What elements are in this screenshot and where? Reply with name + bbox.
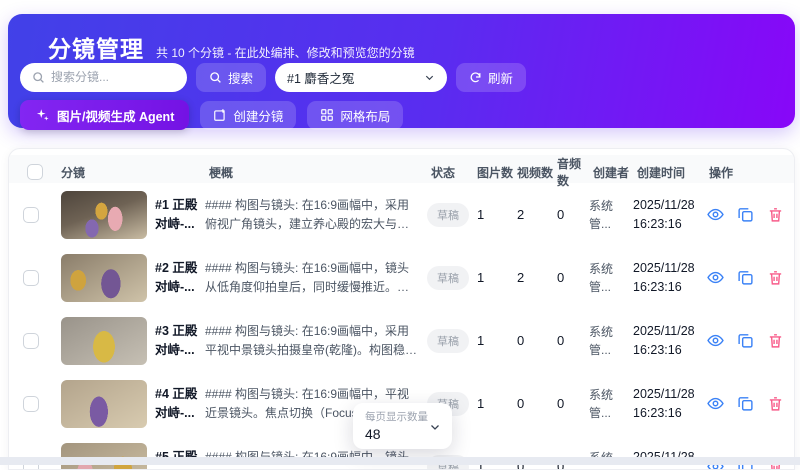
table-row: #3 正殿对峙-... #### 构图与镜头: 在16:9画幅中，采用平视中景镜… [9,309,794,372]
created-date: 2025/11/28 [633,196,705,215]
synopsis-text: #### 构图与镜头: 在16:9画幅中，镜头从低角度仰拍皇后，同时缓慢推近。这… [205,259,427,296]
image-count: 1 [473,396,513,411]
row-checkbox[interactable] [23,396,39,412]
view-icon[interactable] [707,206,724,223]
column-header-storyboard: 分镜 [55,164,205,181]
create-storyboard-icon [213,108,227,122]
audio-count: 0 [553,270,589,285]
video-count: 0 [513,333,553,348]
page-subtitle: 共 10 个分镜 - 在此处编排、修改和预览您的分镜 [156,44,415,61]
delete-icon[interactable] [767,395,784,412]
row-checkbox[interactable] [23,333,39,349]
create-storyboard-button[interactable]: 创建分镜 [200,101,296,130]
column-header-image-count: 图片数 [473,164,513,181]
image-count: 1 [473,270,513,285]
creator-name: 系统管... [589,260,625,296]
creator-name: 系统管... [589,197,625,233]
creator-name: 系统管... [589,386,625,422]
header-card: 分镜管理 共 10 个分镜 - 在此处编排、修改和预览您的分镜 搜索 #1 麝香… [8,14,795,128]
video-count: 2 [513,207,553,222]
sparkles-icon [35,108,50,123]
audio-count: 0 [553,396,589,411]
refresh-button[interactable]: 刷新 [456,63,526,92]
delete-icon[interactable] [767,206,784,223]
created-time: 16:23:16 [633,404,705,423]
view-icon[interactable] [707,395,724,412]
column-header-creator: 创建者 [589,164,633,181]
status-badge: 草稿 [427,266,469,290]
created-time: 16:23:16 [633,278,705,297]
audio-count: 0 [553,207,589,222]
storyboard-title: #4 正殿对峙-... [155,385,205,423]
column-header-created-time: 创建时间 [633,164,705,181]
synopsis-text: #### 构图与镜头: 在16:9画幅中，采用俯视广角镜头，建立养心殿的宏大与空… [205,196,427,233]
episode-select-value: #1 麝香之冤 [287,68,354,87]
page-title: 分镜管理 [48,30,144,64]
row-checkbox[interactable] [23,207,39,223]
column-header-status: 状态 [427,164,473,181]
created-time: 16:23:16 [633,467,705,470]
video-count: 0 [513,396,553,411]
creator-name: 系统管... [589,323,625,359]
select-all-checkbox[interactable] [27,164,43,180]
status-badge: 草稿 [427,329,469,353]
column-header-video-count: 视频数 [513,164,553,181]
audio-count: 0 [553,333,589,348]
table-header-row: 分镜 梗概 状态 图片数 视频数 音频数 创建者 创建时间 操作 [9,155,794,183]
chevron-down-icon [429,421,441,433]
thumbnail-image[interactable] [61,254,147,302]
page-size-select[interactable]: 每页显示数量 48 [353,403,452,449]
copy-icon[interactable] [737,206,754,223]
chevron-down-icon [424,72,435,83]
thumbnail-image[interactable] [61,191,147,239]
search-input[interactable] [51,70,175,84]
episode-select[interactable]: #1 麝香之冤 [275,63,447,92]
status-badge: 草稿 [427,203,469,227]
image-count: 1 [473,333,513,348]
thumbnail-image[interactable] [61,380,147,428]
image-count: 1 [473,207,513,222]
storyboard-title: #1 正殿对峙-... [155,196,205,234]
bottom-edge-strip [0,457,800,465]
grid-layout-button[interactable]: 网格布局 [307,101,403,130]
column-header-synopsis: 梗概 [205,164,427,181]
refresh-icon [469,71,482,84]
copy-icon[interactable] [737,395,754,412]
thumbnail-image[interactable] [61,317,147,365]
image-video-agent-button[interactable]: 图片/视频生成 Agent [20,100,189,130]
table-row: #1 正殿对峙-... #### 构图与镜头: 在16:9画幅中，采用俯视广角镜… [9,183,794,246]
delete-icon[interactable] [767,269,784,286]
created-time: 16:23:16 [633,341,705,360]
search-button[interactable]: 搜索 [196,63,266,92]
storyboard-title: #2 正殿对峙-... [155,259,205,297]
synopsis-text: #### 构图与镜头: 在16:9画幅中，采用平视中景镜头拍摄皇帝(乾隆)。构图… [205,322,427,359]
copy-icon[interactable] [737,269,754,286]
created-date: 2025/11/28 [633,322,705,341]
search-icon [209,71,222,84]
column-header-audio-count: 音频数 [553,155,589,189]
created-date: 2025/11/28 [633,385,705,404]
table-row: #2 正殿对峙-... #### 构图与镜头: 在16:9画幅中，镜头从低角度仰… [9,246,794,309]
created-date: 2025/11/28 [633,259,705,278]
storyboard-title: #3 正殿对峙-... [155,322,205,360]
search-icon [32,71,45,84]
view-icon[interactable] [707,332,724,349]
column-header-actions: 操作 [705,164,794,181]
copy-icon[interactable] [737,332,754,349]
view-icon[interactable] [707,269,724,286]
grid-layout-icon [320,108,334,122]
row-checkbox[interactable] [23,270,39,286]
delete-icon[interactable] [767,332,784,349]
created-time: 16:23:16 [633,215,705,234]
search-input-wrapper [20,63,187,92]
video-count: 2 [513,270,553,285]
